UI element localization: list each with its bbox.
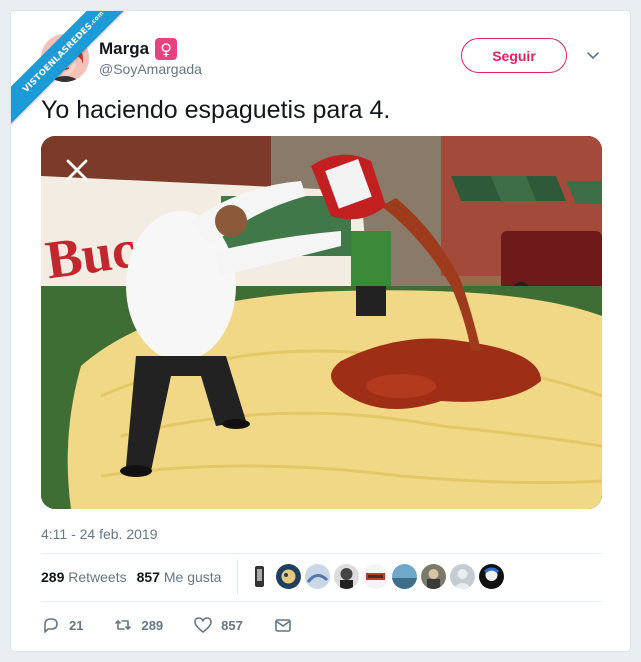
liker-avatar[interactable] bbox=[450, 564, 475, 589]
mail-icon bbox=[275, 619, 291, 632]
direct-message-button[interactable] bbox=[273, 615, 293, 635]
stats-separator bbox=[237, 559, 238, 595]
retweet-count: 289 bbox=[141, 617, 164, 633]
liker-avatar[interactable] bbox=[421, 564, 446, 589]
liker-avatar[interactable] bbox=[276, 564, 301, 589]
watermark-ribbon: VISTOENLASREDES.com bbox=[11, 11, 131, 131]
liker-avatar[interactable] bbox=[334, 564, 359, 589]
chevron-down-icon[interactable] bbox=[585, 47, 601, 63]
follow-button[interactable]: Seguir bbox=[461, 38, 567, 73]
like-count: 857 bbox=[221, 617, 243, 633]
liker-avatar[interactable] bbox=[247, 564, 272, 589]
liker-avatar[interactable] bbox=[305, 564, 330, 589]
likes-stat[interactable]: 857 Me gusta bbox=[137, 569, 222, 585]
watermark-text: VISTOENLASREDES.com bbox=[11, 11, 131, 129]
tweet-card: VISTOENLASREDES.com Marga ♀ @SoyAmargada… bbox=[10, 10, 631, 652]
tweet-timestamp[interactable]: 4:11 - 24 feb. 2019 bbox=[41, 526, 158, 542]
female-sign-icon: ♀ bbox=[155, 38, 178, 60]
heart-icon bbox=[194, 617, 212, 633]
tweet-actions: 21 289 857 bbox=[41, 615, 323, 635]
close-icon[interactable] bbox=[61, 154, 93, 186]
liker-avatar[interactable] bbox=[363, 564, 388, 589]
retweets-stat[interactable]: 289 Retweets bbox=[41, 569, 127, 585]
divider bbox=[41, 601, 602, 602]
spaghetti-photo: Buc bbox=[41, 136, 602, 509]
engagement-stats: 289 Retweets 857 Me gusta bbox=[41, 569, 221, 585]
reply-button[interactable]: 21 bbox=[41, 615, 83, 635]
reply-count: 21 bbox=[69, 617, 84, 633]
retweet-button[interactable]: 289 bbox=[113, 615, 163, 635]
retweet-icon bbox=[115, 620, 132, 630]
like-button[interactable]: 857 bbox=[193, 615, 243, 635]
tweet-photo[interactable]: Buc bbox=[41, 136, 602, 509]
divider bbox=[41, 553, 602, 554]
liker-avatars bbox=[247, 564, 504, 589]
svg-text:Buc: Buc bbox=[42, 218, 140, 290]
reply-icon bbox=[44, 618, 58, 633]
liker-avatar[interactable] bbox=[392, 564, 417, 589]
liker-avatar[interactable] bbox=[479, 564, 504, 589]
